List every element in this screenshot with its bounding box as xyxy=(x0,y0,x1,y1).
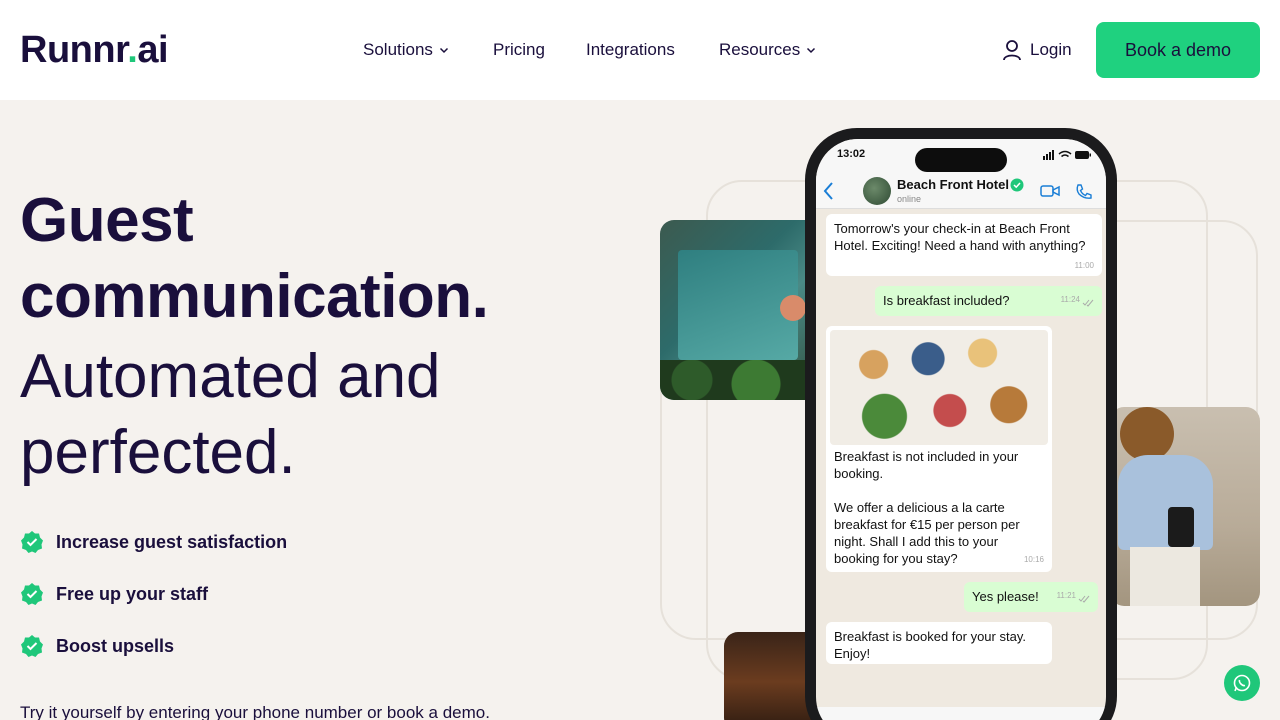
pool-photo xyxy=(660,220,820,400)
message-time: 11:24 xyxy=(1060,295,1080,304)
hero-subline-line1: Automated and xyxy=(20,342,441,411)
nav-pricing-label: Pricing xyxy=(493,40,545,59)
nav-solutions[interactable]: Solutions xyxy=(363,38,449,62)
double-check-icon xyxy=(1082,299,1094,307)
chat-message-incoming: Breakfast is booked for your stay. Enjoy… xyxy=(826,622,1052,664)
chat-message-incoming: Breakfast is not included in your bookin… xyxy=(826,326,1052,572)
benefit-item: Increase guest satisfaction xyxy=(20,530,287,554)
message-time: 11:00 xyxy=(1074,261,1094,270)
nav-pricing[interactable]: Pricing xyxy=(493,38,545,62)
whatsapp-button[interactable] xyxy=(1224,665,1260,701)
whatsapp-icon xyxy=(1233,674,1251,692)
message-text: Tomorrow's your check-in at Beach Front … xyxy=(834,221,1086,253)
contact-status: online xyxy=(897,194,922,204)
chat-message-outgoing: Yes please! 11:21 xyxy=(964,582,1098,612)
message-text: Breakfast is not included in your bookin… xyxy=(834,449,1019,481)
hero-headline-line1: Guest xyxy=(20,186,194,255)
nav-resources[interactable]: Resources xyxy=(719,38,816,62)
nav-integrations-label: Integrations xyxy=(586,40,675,59)
nav-resources-label: Resources xyxy=(719,40,801,59)
hero-cta-text: Try it yourself by entering your phone n… xyxy=(20,703,490,720)
logo[interactable]: Runnr.ai xyxy=(20,28,169,72)
user-icon xyxy=(1003,40,1021,61)
check-badge-icon xyxy=(21,635,43,657)
benefit-item: Free up your staff xyxy=(20,582,208,606)
benefit-label: Boost upsells xyxy=(56,635,175,656)
site-header: Runnr.ai Solutions Pricing Integrations … xyxy=(0,0,1280,100)
guest-photo xyxy=(1110,407,1260,606)
login-link[interactable]: Login xyxy=(1002,38,1072,62)
login-label: Login xyxy=(1030,40,1072,59)
chat-header: Beach Front Hotel online xyxy=(816,173,1106,209)
chat-message-incoming: Tomorrow's your check-in at Beach Front … xyxy=(826,214,1102,276)
dynamic-island xyxy=(915,148,1007,172)
nav-integrations[interactable]: Integrations xyxy=(586,38,675,62)
video-call-icon[interactable] xyxy=(1040,184,1060,198)
chat-input-bar[interactable] xyxy=(816,707,1106,720)
benefit-label: Increase guest satisfaction xyxy=(56,531,288,552)
status-bar: 13:02 xyxy=(816,139,1106,173)
message-text: Breakfast is booked for your stay. Enjoy… xyxy=(834,629,1026,661)
chevron-down-icon xyxy=(439,47,448,54)
back-arrow-icon[interactable] xyxy=(822,181,836,201)
book-demo-button[interactable]: Book a demo xyxy=(1096,22,1260,78)
message-text: We offer a delicious a la carte breakfas… xyxy=(834,500,1020,566)
check-badge-icon xyxy=(21,583,43,605)
hero-subline-line2: perfected. xyxy=(20,418,296,487)
message-time: 10:16 xyxy=(1023,555,1044,564)
check-badge-icon xyxy=(21,531,43,553)
message-text: Is breakfast included? xyxy=(883,293,1010,308)
nav-solutions-label: Solutions xyxy=(363,40,433,59)
verified-icon xyxy=(1010,178,1024,192)
double-check-icon xyxy=(1078,595,1090,603)
signal-battery-icon xyxy=(1043,150,1091,160)
hero-headline-line2: communication. xyxy=(20,262,489,331)
phone-call-icon[interactable] xyxy=(1075,183,1093,201)
contact-name: Beach Front Hotel xyxy=(897,177,1009,192)
phone-screen: 13:02 Beach Front Hotel online Tomorrow'… xyxy=(816,139,1106,720)
message-text: Yes please! xyxy=(972,589,1039,604)
chevron-down-icon xyxy=(807,47,816,54)
breakfast-photo[interactable] xyxy=(830,330,1048,445)
avatar[interactable] xyxy=(863,177,891,205)
message-time: 11:21 xyxy=(1056,591,1076,600)
chat-message-outgoing: Is breakfast included? 11:24 xyxy=(875,286,1102,316)
status-time: 13:02 xyxy=(837,148,866,160)
benefit-label: Free up your staff xyxy=(56,583,209,604)
benefit-item: Boost upsells xyxy=(20,634,174,658)
